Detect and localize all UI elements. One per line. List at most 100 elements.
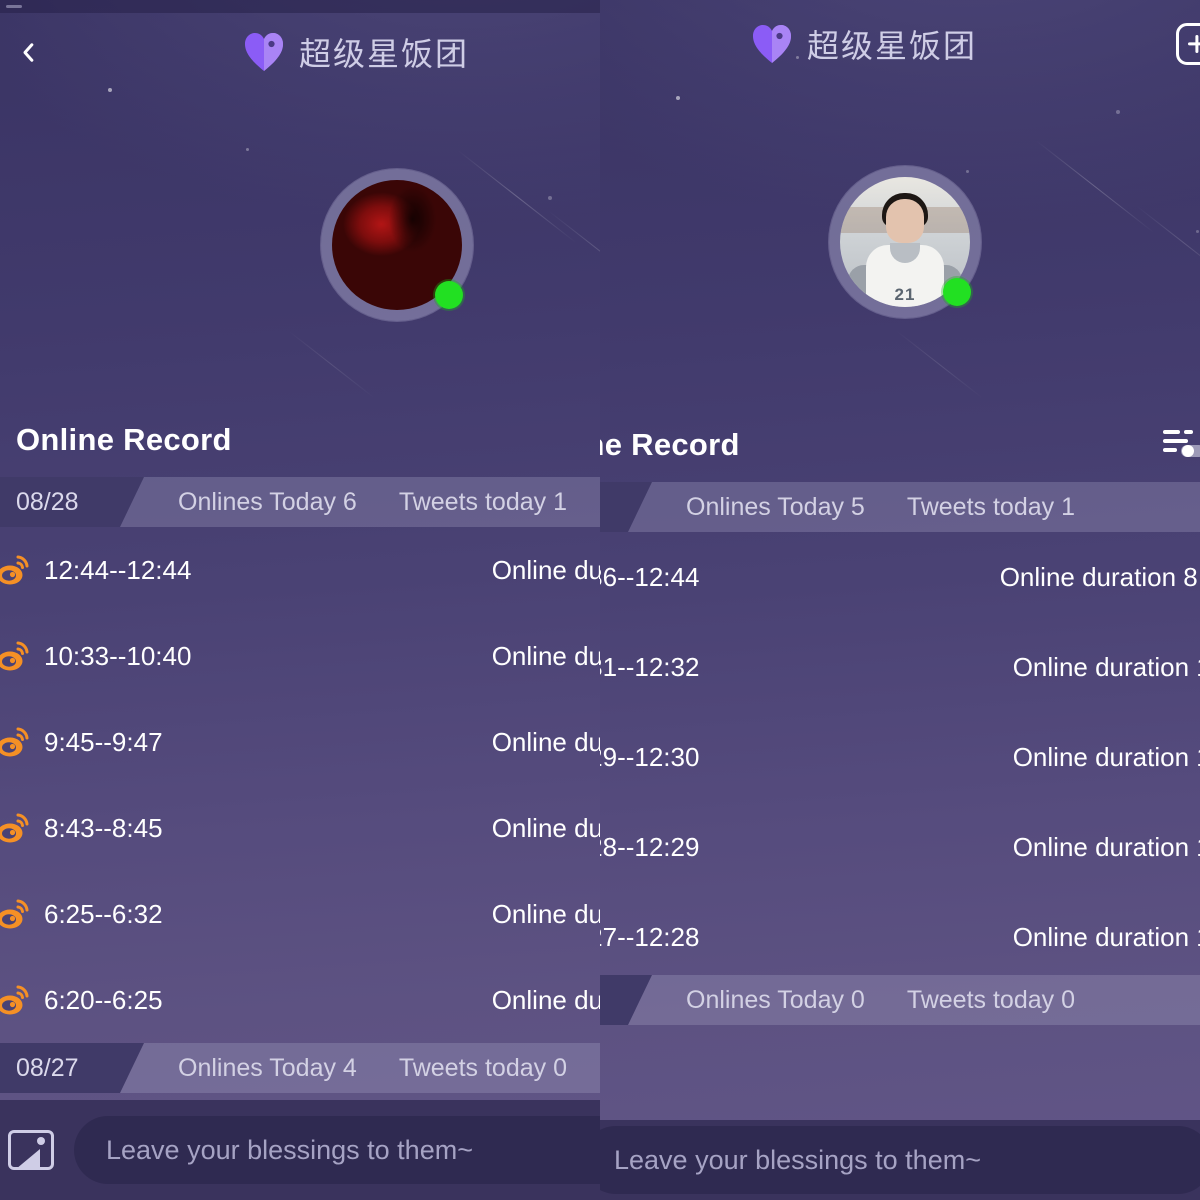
avatar-jersey: 21 xyxy=(866,245,944,307)
status-bar xyxy=(0,0,600,13)
left-phone-screen: 超级星饭团 Online Record 08/28 Onlines Today … xyxy=(0,0,600,1200)
weibo-icon xyxy=(0,640,30,672)
weibo-icon xyxy=(0,554,30,586)
search-input[interactable]: Leave your blessings to them~ xyxy=(74,1116,600,1184)
tweets-today-stat: Tweets today 0 xyxy=(906,985,1075,1014)
online-record-section-header: Online Record xyxy=(600,408,1200,482)
record-list: 12:36--12:44 Online duration 8 minutes xyxy=(600,532,1200,982)
record-time: 12:27--12:28 xyxy=(600,921,700,952)
avatar[interactable] xyxy=(321,169,473,321)
left-phone-panel: 超级星饭团 Online Record 08/28 Onlines Today … xyxy=(0,0,600,1200)
record-duration: Online duration 1 minute xyxy=(1012,651,1200,682)
record-duration: Online duration 1 minute xyxy=(1012,741,1200,772)
app-header: 超级星饭团 xyxy=(0,13,600,91)
filter-toggle-icon[interactable] xyxy=(1162,428,1200,462)
weibo-icon xyxy=(0,984,30,1016)
record-time: 12:36--12:44 xyxy=(600,561,700,592)
page-title: Online Record xyxy=(16,422,232,457)
image-picker-icon[interactable] xyxy=(8,1130,54,1170)
date-tag: 08/27 xyxy=(0,1043,144,1093)
record-duration: Online duration 5 minutes xyxy=(491,984,600,1015)
day-stats: Onlines Today 4 Tweets today 0 xyxy=(178,1054,567,1083)
record-duration: Online duration 7 minutes xyxy=(491,898,600,929)
list-item[interactable]: 12:27--12:28 Online duration 1 minute xyxy=(600,892,1200,982)
jersey-number: 21 xyxy=(894,285,916,304)
weibo-icon xyxy=(0,812,30,844)
date-tag: 08/28 xyxy=(0,477,144,527)
record-duration: Online duration 1 minute xyxy=(1012,831,1200,862)
dual-screenshot-stage: 超级星饭团 Online Record 08/28 Onlines Today … xyxy=(0,0,1200,1200)
record-duration: Online duration 8 minutes xyxy=(999,561,1200,592)
search-input[interactable]: Leave your blessings to them~ xyxy=(600,1126,1200,1194)
date-label: 08/27 xyxy=(16,1053,79,1082)
record-time: 6:25--6:32 xyxy=(44,898,163,929)
right-phone-screen: 超级星饭团 21 e Record Onlines Today 5 Tweets… xyxy=(600,0,1200,1200)
date-band: 08/27 Onlines Today 0 Tweets today 0 xyxy=(600,975,1200,1025)
list-item[interactable]: 6:25--6:32 Online duration 7 minutes xyxy=(0,871,600,957)
record-time: 8:43--8:45 xyxy=(44,812,163,843)
date-label: 08/28 xyxy=(16,487,79,516)
day-stats: Onlines Today 6 Tweets today 1 xyxy=(178,488,567,517)
section-action-icons xyxy=(1162,425,1200,465)
compose-bar: Leave your blessings to them~ 发送 xyxy=(600,1120,1200,1200)
tweets-today-stat: Tweets today 0 xyxy=(398,1053,567,1082)
app-header: 超级星饭团 xyxy=(600,0,1200,88)
app-title: 超级星饭团 xyxy=(298,36,469,72)
header-brand: 超级星饭团 xyxy=(600,21,1176,67)
avatar[interactable]: 21 xyxy=(829,166,981,318)
date-band: 08/27 Onlines Today 4 Tweets today 0 xyxy=(0,1043,600,1093)
day-stats: Onlines Today 0 Tweets today 0 xyxy=(686,986,1075,1015)
record-time: 10:33--10:40 xyxy=(44,640,192,671)
date-band: 08/28 Onlines Today 6 Tweets today 1 xyxy=(0,477,600,527)
message-placeholder: Leave your blessings to them~ xyxy=(106,1134,473,1165)
onlines-today-stat: Onlines Today 5 xyxy=(686,492,865,521)
record-time: 6:20--6:25 xyxy=(44,984,163,1015)
record-duration: Online duration 2 minutes xyxy=(491,726,600,757)
list-item[interactable]: 12:29--12:30 Online duration 1 minute xyxy=(600,712,1200,802)
list-item[interactable]: 12:28--12:29 Online duration 1 minute xyxy=(600,802,1200,892)
online-record-section-header: Online Record xyxy=(0,403,600,477)
list-item[interactable]: 12:44--12:44 Online duration 0 minutes xyxy=(0,527,600,613)
record-duration: Online duration 0 minutes xyxy=(491,554,600,585)
record-time: 12:31--12:32 xyxy=(600,651,700,682)
date-band: 08/28 Onlines Today 5 Tweets today 1 xyxy=(600,482,1200,532)
weibo-icon xyxy=(0,726,30,758)
tweets-today-stat: Tweets today 1 xyxy=(398,487,567,516)
list-item[interactable]: 10:33--10:40 Online duration 7 minutes xyxy=(0,613,600,699)
date-tag: 08/27 xyxy=(600,975,652,1025)
app-title: 超级星饭团 xyxy=(806,28,977,64)
weibo-icon xyxy=(0,898,30,930)
plus-icon[interactable] xyxy=(1176,23,1200,65)
purple-heart-logo xyxy=(751,24,793,64)
list-item[interactable]: 6:20--6:25 Online duration 5 minutes xyxy=(0,957,600,1043)
tweets-today-stat: Tweets today 1 xyxy=(906,492,1075,521)
page-title: Online Record xyxy=(600,427,740,462)
record-list: 12:44--12:44 Online duration 0 minutes xyxy=(0,527,600,1043)
header-actions xyxy=(1176,22,1200,66)
onlines-today-stat: Onlines Today 4 xyxy=(178,1053,357,1082)
record-time: 12:28--12:29 xyxy=(600,831,700,862)
record-duration: Online duration 7 minutes xyxy=(491,640,600,671)
list-item[interactable]: 8:43--8:45 Online duration 2 minutes xyxy=(0,785,600,871)
right-phone-panel: 超级星饭团 21 e Record Onlines Today 5 Tweets… xyxy=(600,0,1200,1200)
online-green-dot xyxy=(435,281,463,309)
profile-hero: 21 xyxy=(600,88,1200,393)
record-time: 12:29--12:30 xyxy=(600,741,700,772)
online-green-dot xyxy=(943,278,971,306)
compose-bar: Leave your blessings to them~ 发送 xyxy=(0,1100,600,1200)
message-placeholder: Leave your blessings to them~ xyxy=(614,1144,981,1175)
record-duration: Online duration 2 minutes xyxy=(491,812,600,843)
avatar-head xyxy=(886,199,924,243)
day-stats: Onlines Today 5 Tweets today 1 xyxy=(686,493,1075,522)
back-arrow-icon[interactable] xyxy=(10,35,44,69)
list-item[interactable]: 9:45--9:47 Online duration 2 minutes xyxy=(0,699,600,785)
purple-heart-logo xyxy=(243,32,285,72)
record-time: 12:44--12:44 xyxy=(44,554,192,585)
onlines-today-stat: Onlines Today 6 xyxy=(178,487,357,516)
date-tag: 08/28 xyxy=(600,482,652,532)
record-time: 9:45--9:47 xyxy=(44,726,163,757)
list-item[interactable]: 12:36--12:44 Online duration 8 minutes xyxy=(600,532,1200,622)
record-duration: Online duration 1 minute xyxy=(1012,921,1200,952)
list-item[interactable]: 12:31--12:32 Online duration 1 minute xyxy=(600,622,1200,712)
profile-hero xyxy=(0,91,600,396)
